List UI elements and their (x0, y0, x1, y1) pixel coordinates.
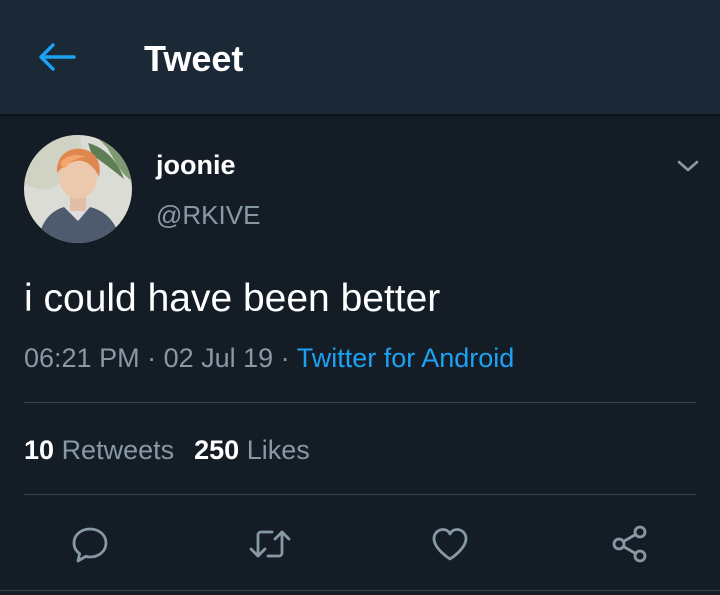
likes-count: 250 (194, 435, 240, 465)
author-display-name[interactable]: joonie (156, 148, 236, 182)
meta-separator: · (139, 343, 164, 373)
tweet-meta: 06:21 PM · 02 Jul 19 · Twitter for Andro… (24, 340, 514, 376)
reply-button[interactable] (66, 520, 114, 568)
meta-separator: · (273, 343, 297, 373)
back-button[interactable] (30, 35, 82, 79)
like-button[interactable] (426, 520, 474, 568)
retweets-label: Retweets (61, 435, 175, 465)
tweet-text: i could have been better (24, 277, 441, 320)
share-icon (612, 525, 647, 563)
author-handle[interactable]: @RKIVE (156, 198, 260, 232)
share-button[interactable] (606, 520, 654, 568)
arrow-left-icon (39, 43, 76, 71)
tweet-stats: 10 Retweets 250 Likes (24, 432, 310, 468)
divider (24, 402, 696, 403)
retweets-stat[interactable]: 10 Retweets (24, 432, 174, 468)
tweet-options-button[interactable] (670, 148, 706, 184)
divider (24, 494, 696, 495)
chevron-down-icon (677, 160, 699, 172)
top-app-bar: Tweet (0, 0, 720, 114)
retweet-icon (249, 530, 291, 558)
avatar[interactable] (24, 135, 132, 243)
reply-icon (72, 527, 108, 563)
tweet-source-link[interactable]: Twitter for Android (297, 343, 515, 373)
retweets-count: 10 (24, 435, 55, 465)
divider (0, 590, 720, 591)
tweet-date: 02 Jul 19 (163, 343, 274, 373)
page-title: Tweet (144, 38, 244, 79)
profile-photo (24, 135, 132, 243)
likes-stat[interactable]: 250 Likes (194, 432, 310, 468)
likes-label: Likes (246, 435, 310, 465)
heart-icon (432, 528, 468, 561)
tweet-time: 06:21 PM (24, 343, 140, 373)
retweet-button[interactable] (246, 520, 294, 568)
